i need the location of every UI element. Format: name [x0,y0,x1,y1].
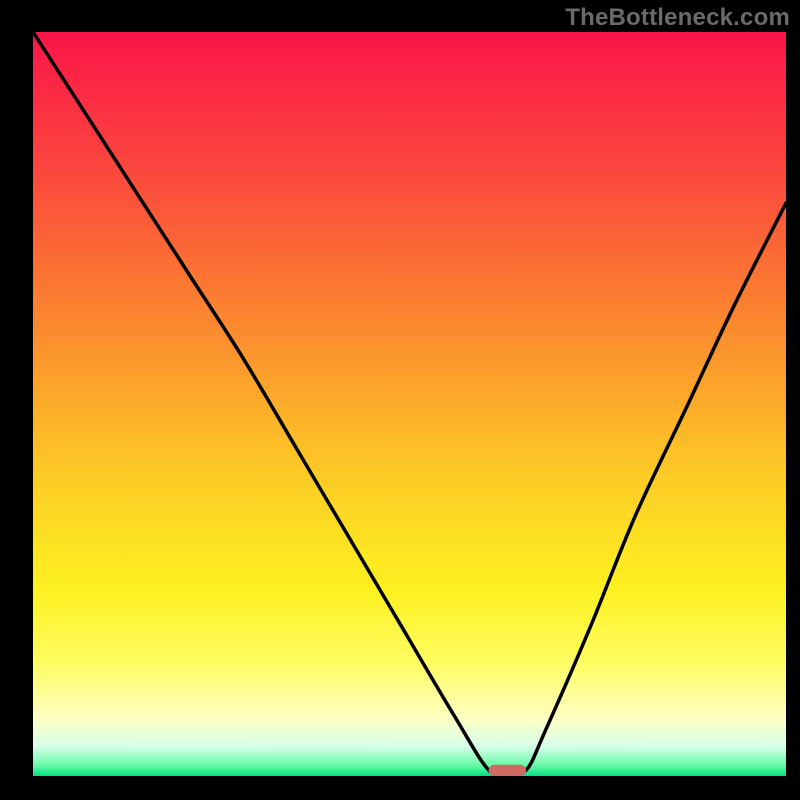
optimum-marker [489,765,527,776]
chart-svg [0,0,800,800]
watermark-text: TheBottleneck.com [565,4,790,32]
plot-area [33,32,786,776]
chart-stage: TheBottleneck.com [0,0,800,800]
